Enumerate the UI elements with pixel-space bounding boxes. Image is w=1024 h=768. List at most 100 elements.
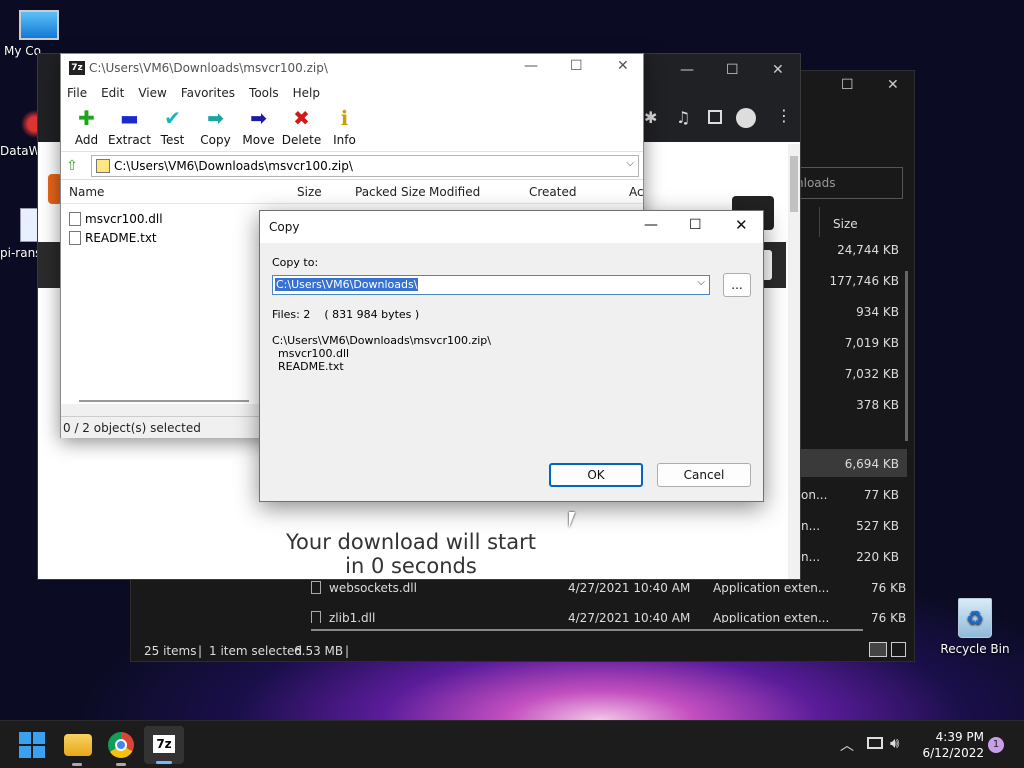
close-icon[interactable]: ✕ [772,62,784,78]
menu-favorites[interactable]: Favorites [181,86,235,100]
delete-button[interactable]: ✖ Delete [280,104,323,151]
table-row[interactable]: zlib1.dll 4/27/2021 10:40 AM Application… [311,603,914,623]
notification-badge[interactable]: 1 [988,737,1004,753]
side-panel-icon[interactable] [708,110,722,124]
menu-edit[interactable]: Edit [101,86,124,100]
minus-icon: ▬ [120,106,139,130]
files-info: Files: 2 ( 831 984 bytes ) [272,308,420,321]
column-name[interactable]: Name [69,185,104,199]
address-bar: ⇧ C:\Users\VM6\Downloads\msvcr100.zip\ ⌵ [61,152,643,180]
file-type: Application exten... [713,611,830,623]
sevenzip-taskbar-icon: 7z [153,735,175,753]
explorer-status-bar: 25 items | 1 item selected 6.53 MB | [131,637,914,661]
recycle-bin-icon: ♻ [958,598,992,638]
file-explorer-taskbar-icon[interactable] [64,734,92,756]
horizontal-scrollbar[interactable] [311,629,863,631]
info-button[interactable]: ℹ Info [323,104,366,151]
extract-button[interactable]: ▬ Extract [108,104,151,151]
sevenzip-taskbar-button[interactable]: 7z [144,726,184,764]
add-button[interactable]: ✚ Add [65,104,108,151]
browse-button[interactable]: ... [723,273,751,297]
cancel-button[interactable]: Cancel [657,463,751,487]
menu-file[interactable]: File [67,86,87,100]
close-icon[interactable]: ✕ [617,58,629,74]
maximize-icon[interactable]: ☐ [726,62,739,78]
chevron-down-icon[interactable]: ⌵ [626,158,634,169]
maximize-icon[interactable]: ☐ [689,217,702,233]
menu-view[interactable]: View [138,86,166,100]
close-icon[interactable]: ✕ [735,216,748,234]
download-line-1: Your download will start [286,530,536,554]
taskbar: 7z ︿ 🔊︎ 4:39 PM 6/12/2022 1 [0,720,1024,768]
maximize-icon[interactable]: ☐ [570,58,583,74]
menu-help[interactable]: Help [293,86,320,100]
address-input[interactable]: C:\Users\VM6\Downloads\msvcr100.zip\ ⌵ [91,154,639,177]
tiles-view-icon[interactable] [891,642,906,657]
column-modified[interactable]: Modified [429,185,480,199]
file-date: 4/27/2021 10:40 AM [568,611,691,623]
minimize-icon[interactable]: — [524,58,538,74]
network-icon[interactable] [867,737,883,749]
windows-logo-icon [19,732,31,744]
copy-button[interactable]: ➡ Copy [194,104,237,151]
list-item[interactable]: msvcr100.dll [69,212,163,226]
vertical-scrollbar[interactable] [905,271,908,441]
chevron-down-icon[interactable]: ⌵ [697,277,705,288]
size-cell: 934 KB [856,305,899,319]
media-icon[interactable]: ♫ [676,108,690,127]
profile-icon[interactable] [736,108,756,128]
file-size: 76 KB [871,611,907,623]
clock[interactable]: 4:39 PM 6/12/2022 [916,729,984,761]
status-divider: | [198,644,203,658]
test-button[interactable]: ✔ Test [151,104,194,151]
minimize-icon[interactable]: — [680,62,694,78]
menu-icon[interactable]: ⋮ [776,106,792,125]
horizontal-scrollbar[interactable] [79,400,249,402]
ok-button[interactable]: OK [549,463,643,487]
destination-path-value: C:\Users\VM6\Downloads\ [275,278,419,291]
up-folder-icon[interactable]: ⇧ [61,158,83,174]
page-scrollbar[interactable] [788,144,800,579]
start-button[interactable] [19,732,45,758]
source-file: README.txt [278,360,344,373]
column-created[interactable]: Created [529,185,577,199]
desktop-icon-my-computer[interactable]: My Co [4,10,74,58]
delete-label: Delete [281,133,322,147]
chevron-up-icon[interactable]: ︿ [840,735,854,755]
file-name: README.txt [85,231,157,245]
volume-icon[interactable]: 🔊︎ [890,734,899,752]
chrome-taskbar-icon[interactable] [108,732,134,758]
clock-time: 4:39 PM [935,730,984,744]
download-line-2: in 0 seconds [345,554,477,578]
status-items: 25 items [144,644,197,658]
extract-label: Extract [108,133,151,147]
chrome-window-controls: — ☐ ✕ [678,62,798,82]
window-title: C:\Users\VM6\Downloads\msvcr100.zip\ [89,61,328,75]
file-date: 4/27/2021 10:40 AM [568,581,691,595]
column-packed-size[interactable]: Packed Size [355,185,426,199]
type-cell: n... [801,519,821,533]
desktop-icon-recycle-bin[interactable]: ♻ Recycle Bin [940,598,1010,656]
download-message: Your download will start in 0 seconds [238,530,584,578]
list-item[interactable]: README.txt [69,231,157,245]
size-cell: 77 KB [863,488,899,502]
close-icon[interactable]: ✕ [887,77,899,93]
details-view-icon[interactable] [869,642,887,657]
column-attributes[interactable]: Ac [629,185,644,199]
size-cell: 24,744 KB [837,243,899,257]
destination-path-combobox[interactable]: C:\Users\VM6\Downloads\ ⌵ [272,275,710,295]
column-size[interactable]: Size [297,185,322,199]
desktop-icon-label: Recycle Bin [940,642,1010,656]
move-button[interactable]: ➡ Move [237,104,280,151]
size-cell: 378 KB [856,398,899,412]
copy-dialog[interactable]: Copy — ☐ ✕ Copy to: C:\Users\VM6\Downloa… [259,210,764,502]
size-cell: 6,694 KB [844,457,899,471]
extensions-icon[interactable]: ✱ [644,108,657,127]
column-header-size[interactable]: Size [833,217,858,231]
dll-file-icon [69,212,81,226]
scrollbar-thumb[interactable] [790,156,798,212]
minimize-icon[interactable]: — [644,217,658,233]
status-size: 6.53 MB [294,644,344,658]
maximize-icon[interactable]: ☐ [841,77,854,93]
menu-tools[interactable]: Tools [249,86,279,100]
